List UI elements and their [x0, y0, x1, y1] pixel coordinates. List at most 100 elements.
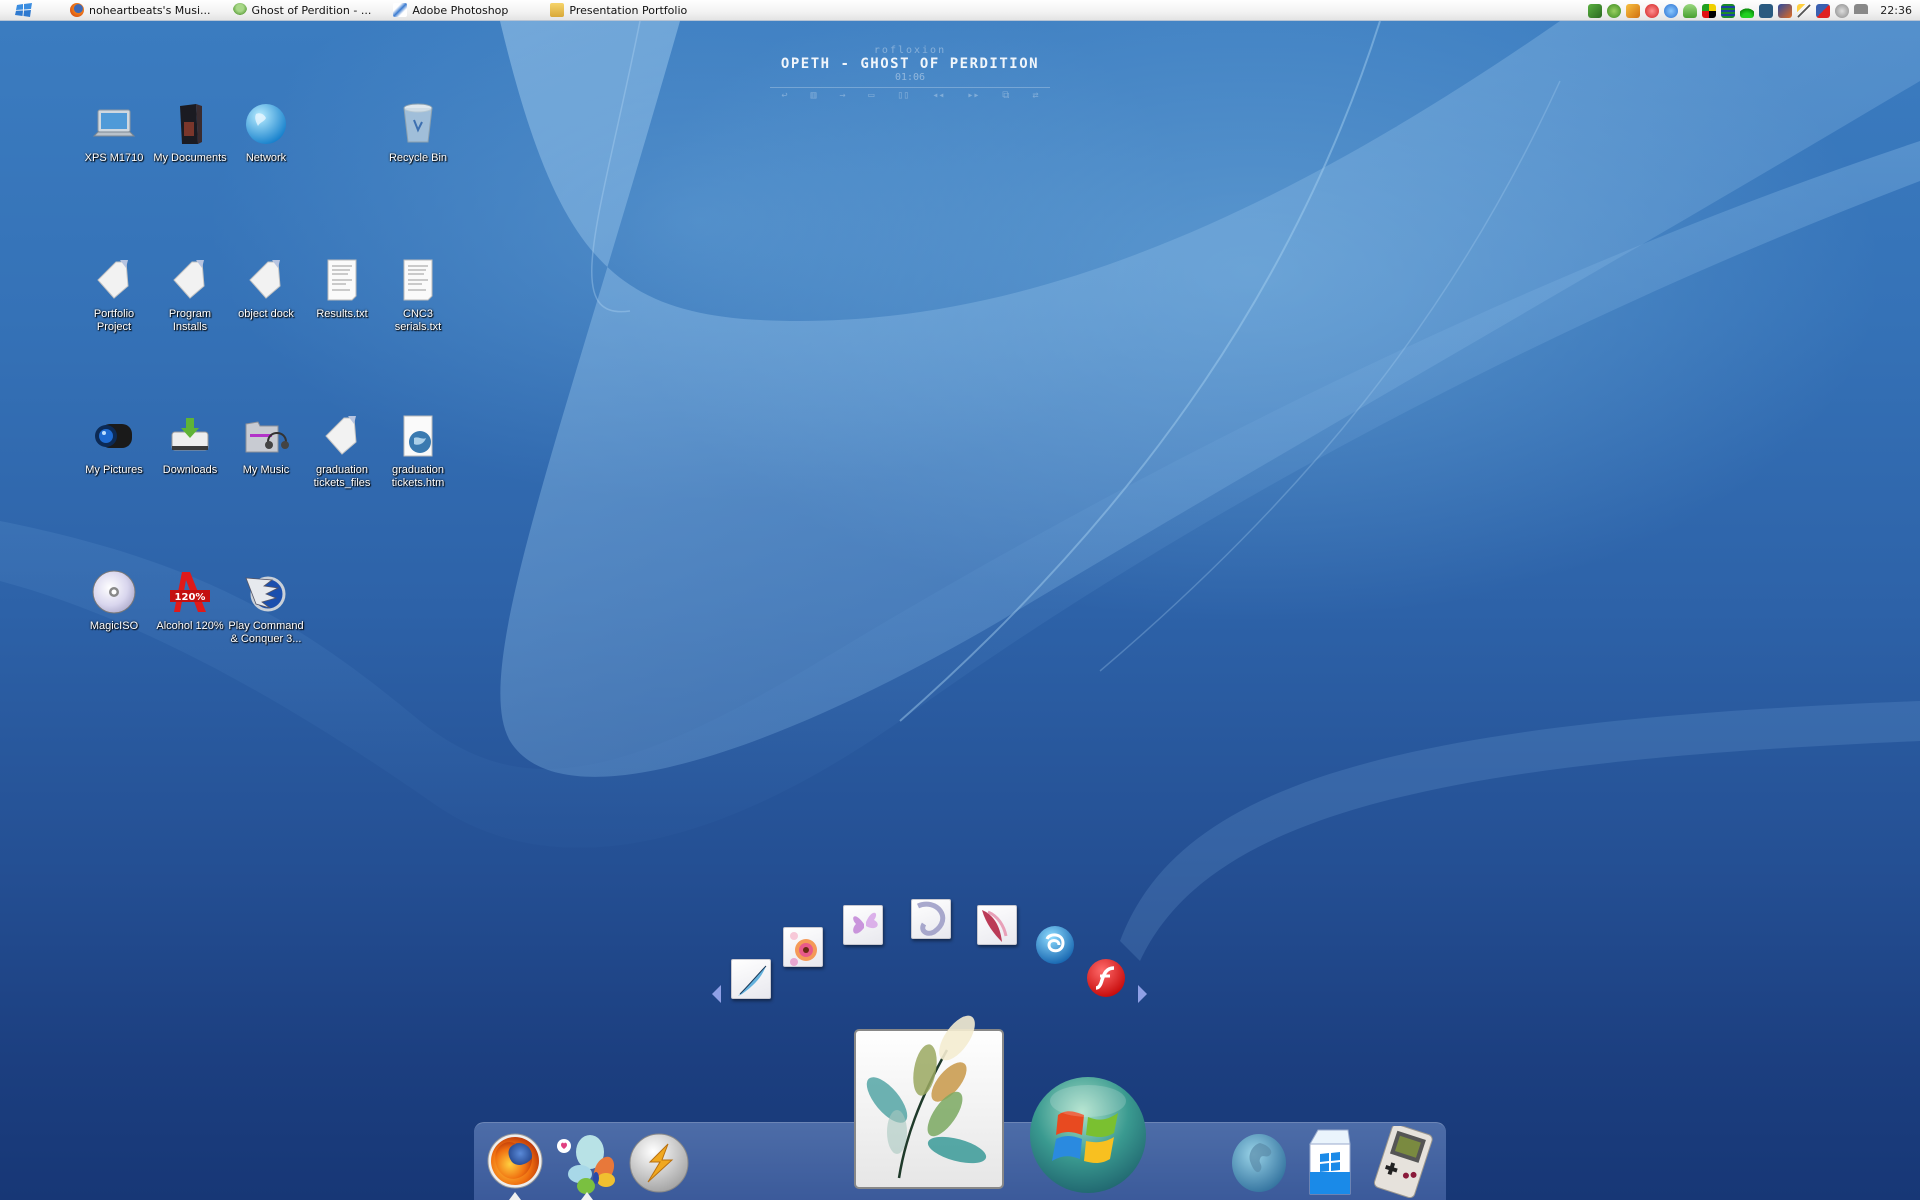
music-folder-icon: [242, 412, 290, 460]
stack-item-3dsmax[interactable]: [1035, 925, 1075, 965]
desktop-icon-label: Downloads: [162, 464, 218, 476]
stack-item-indesign[interactable]: [843, 905, 883, 945]
desktop-icon-object-dock[interactable]: object dock: [228, 256, 304, 321]
desktop-icon-alcohol-120[interactable]: 120% Alcohol 120%: [152, 568, 228, 633]
desktop-icon-my-documents[interactable]: My Documents: [152, 100, 228, 165]
media-player-widget: rofloxion OPETH - GHOST OF PERDITION 01:…: [770, 45, 1050, 103]
desktop-icon-label: object dock: [238, 308, 294, 320]
swirl-icon: [916, 901, 946, 936]
repeat-button[interactable]: ↩: [781, 90, 787, 101]
desktop-icon-label: Network: [245, 152, 287, 164]
stack-item-acrobat[interactable]: [977, 905, 1017, 945]
red-stop-icon[interactable]: [1644, 3, 1659, 18]
wireless-signal-icon[interactable]: [1739, 3, 1754, 18]
folder-icon: [242, 256, 290, 304]
desktop-icon-network[interactable]: Network: [228, 100, 304, 165]
task-presentation-portfolio[interactable]: Presentation Portfolio: [544, 0, 693, 21]
text-file-icon: [394, 256, 442, 304]
next-button[interactable]: →: [839, 90, 845, 101]
task-firefox-music[interactable]: noheartbeats's Musi...: [64, 0, 217, 21]
start-button[interactable]: [0, 0, 48, 21]
desktop-icon-label: Portfolio Project: [93, 308, 135, 333]
desktop-icon-label: CNC3 serials.txt: [394, 308, 442, 333]
text-file-icon: [318, 256, 366, 304]
media-controls: ↩ ▥ → ▭ ▯▯ ◂◂ ▸▸ ⧉ ⇄: [770, 87, 1050, 101]
leaf-stack-icon: [854, 1015, 1004, 1189]
stack-item-dreamweaver[interactable]: [911, 899, 951, 939]
desktop-icon-recycle-bin[interactable]: Recycle Bin: [380, 100, 456, 165]
shuffle-button[interactable]: ⇄: [1032, 90, 1038, 101]
volume-icon[interactable]: [1834, 3, 1849, 18]
task-winamp-ghost-of-perdition[interactable]: Ghost of Perdition - ...: [227, 0, 378, 21]
desktop-icon-graduation-tickets-htm[interactable]: graduation tickets.htm: [380, 412, 456, 490]
task-label: noheartbeats's Musi...: [89, 3, 211, 17]
task-adobe-photoshop[interactable]: Adobe Photoshop: [387, 0, 514, 21]
stack-item-flash[interactable]: [1086, 958, 1126, 998]
network-disconnected-icon[interactable]: [1815, 3, 1830, 18]
system-tray: 22:36: [1585, 0, 1920, 21]
flower-icon: [790, 932, 817, 966]
clock[interactable]: 22:36: [1880, 4, 1912, 17]
desktop-icon-graduation-tickets-files[interactable]: graduation tickets_files: [304, 412, 380, 490]
desktop-icon-label: My Pictures: [85, 464, 143, 476]
dock-item-windows-milk[interactable]: [1302, 1128, 1358, 1196]
html-file-icon: [394, 412, 442, 460]
desktop-icon-label: graduation tickets_files: [313, 464, 371, 489]
fast-forward-button[interactable]: ▸▸: [967, 90, 979, 101]
desktop-icon-label: My Documents: [153, 152, 227, 164]
orchid-icon: [982, 910, 1008, 942]
desktop-icon-magiciso[interactable]: MagicISO: [76, 568, 152, 633]
butterfly-icon: [853, 912, 878, 934]
magic-wand-icon[interactable]: [1796, 3, 1811, 18]
dock-item-start-orb[interactable]: [1028, 1075, 1148, 1195]
winamp-person-icon: [232, 3, 247, 17]
rewind-button[interactable]: ◂◂: [932, 90, 944, 101]
desktop-icon-command-conquer-3[interactable]: Play Command & Conquer 3...: [228, 568, 304, 646]
desktop-icon-results-txt[interactable]: Results.txt: [304, 256, 380, 321]
utorrent-icon[interactable]: [1606, 3, 1621, 18]
desktop-icon-downloads[interactable]: Downloads: [152, 412, 228, 477]
desktop-icon-portfolio-project[interactable]: Portfolio Project: [76, 256, 152, 334]
stack-prev-arrow[interactable]: [712, 985, 721, 1003]
desktop-icon-label: XPS M1710: [84, 152, 144, 164]
stop-button[interactable]: ▭: [868, 90, 874, 101]
laptop-icon: [90, 100, 138, 148]
photoshop-feather-icon: [738, 965, 767, 996]
disc-icon: [90, 568, 138, 616]
desktop-icon-my-pictures[interactable]: My Pictures: [76, 412, 152, 477]
channel-4-icon[interactable]: [1758, 3, 1773, 18]
creative-suite-icon[interactable]: [1777, 3, 1792, 18]
dock-item-internet[interactable]: [1230, 1133, 1288, 1193]
display-icon[interactable]: [1853, 3, 1868, 18]
pause-button[interactable]: ▯▯: [897, 90, 909, 101]
dock-item-firefox[interactable]: [486, 1132, 544, 1200]
milk-carton-icon: [1309, 1129, 1351, 1195]
sync-icon[interactable]: [1663, 3, 1678, 18]
desktop-icon-label: MagicISO: [89, 620, 139, 632]
desktop-icon-program-installs[interactable]: Program Installs: [152, 256, 228, 334]
desktop-icon-cnc3-serials-txt[interactable]: CNC3 serials.txt: [380, 256, 456, 334]
dock-item-messenger[interactable]: [554, 1132, 620, 1200]
dock-item-gameboy[interactable]: [1368, 1123, 1438, 1199]
gameboy-icon: [1373, 1123, 1433, 1199]
dock-item-creative-suite[interactable]: [853, 1010, 1005, 1190]
desktop-icon-xps-m1710[interactable]: XPS M1710: [76, 100, 152, 165]
equalizer-button[interactable]: ▥: [810, 90, 816, 101]
playlist-button[interactable]: ⧉: [1002, 90, 1009, 101]
alcohol-120-icon: 120%: [166, 568, 214, 616]
cnc-eagle-icon: [242, 568, 290, 616]
messenger-icon[interactable]: [1682, 3, 1697, 18]
stack-next-arrow[interactable]: [1138, 985, 1147, 1003]
network-device-icon[interactable]: [1587, 3, 1602, 18]
stack-item-photoshop[interactable]: [731, 959, 771, 999]
winamp-tray-icon[interactable]: [1625, 3, 1640, 18]
media-brand: rofloxion: [873, 45, 947, 56]
list-grid-icon[interactable]: [1720, 3, 1735, 18]
desktop-icon-my-music[interactable]: My Music: [228, 412, 304, 477]
color-blocks-icon[interactable]: [1701, 3, 1716, 18]
desktop-icon-label: Alcohol 120%: [156, 620, 224, 632]
running-indicator: [581, 1192, 593, 1200]
dock-item-winamp[interactable]: [628, 1132, 690, 1194]
desktop-icon-label: Program Installs: [168, 308, 212, 333]
stack-item-illustrator[interactable]: [783, 927, 823, 967]
